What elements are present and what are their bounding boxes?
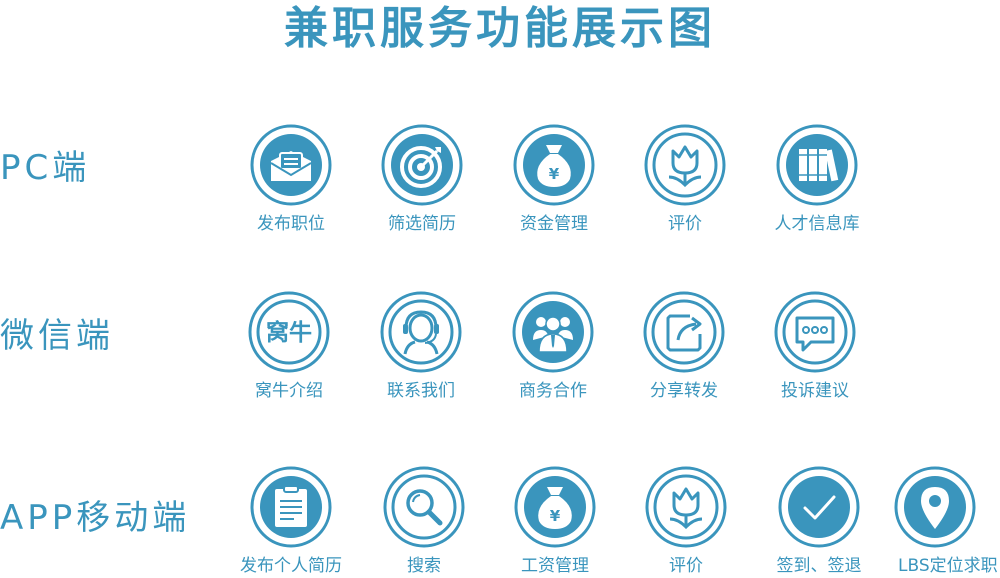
feature-review-app[interactable]: 评价 xyxy=(621,465,751,576)
chat-bubble-icon xyxy=(774,291,856,373)
share-icon xyxy=(643,291,725,373)
feature-label: 搜索 xyxy=(407,556,441,576)
feature-salary-management[interactable]: ¥ 工资管理 xyxy=(490,465,620,576)
row-label-wechat: 微信端 xyxy=(0,316,114,356)
feature-label: 发布职位 xyxy=(257,214,325,234)
feature-business-cooperation[interactable]: 商务合作 xyxy=(488,290,618,401)
location-pin-icon xyxy=(894,466,976,548)
feature-label: 人才信息库 xyxy=(774,214,860,234)
money-bag-icon: ¥ xyxy=(513,124,595,206)
feature-lbs-job-search[interactable]: LBS定位求职 xyxy=(880,465,1000,576)
tulip-icon xyxy=(645,466,727,548)
tulip-icon xyxy=(644,124,726,206)
feature-label: 工资管理 xyxy=(521,556,589,576)
business-team-icon xyxy=(512,291,594,373)
feature-label: 签到、签退 xyxy=(776,556,862,576)
brand-text-icon: 窝牛 xyxy=(248,291,330,373)
feature-label: 发布个人简历 xyxy=(240,556,342,576)
feature-talent-database[interactable]: 人才信息库 xyxy=(752,123,882,234)
feature-label: 评价 xyxy=(668,214,702,234)
feature-label: 联系我们 xyxy=(387,381,455,401)
feature-label: LBS定位求职 xyxy=(898,556,998,576)
row-label-pc: PC端 xyxy=(0,148,91,188)
page-title: 兼职服务功能展示图 xyxy=(284,3,716,54)
mail-icon xyxy=(250,124,332,206)
books-icon xyxy=(776,124,858,206)
feature-search[interactable]: 搜索 xyxy=(359,465,489,576)
row-label-app: APP移动端 xyxy=(0,498,191,538)
feature-check-in-out[interactable]: 签到、签退 xyxy=(754,465,884,576)
clipboard-icon xyxy=(250,466,332,548)
svg-text:¥: ¥ xyxy=(549,165,560,183)
brand-text: 窝牛 xyxy=(266,319,312,346)
feature-label: 商务合作 xyxy=(519,381,587,401)
feature-label: 资金管理 xyxy=(520,214,588,234)
check-icon xyxy=(778,466,860,548)
money-bag-icon: ¥ xyxy=(514,466,596,548)
magnifier-icon xyxy=(383,466,465,548)
feature-contact-us[interactable]: 联系我们 xyxy=(356,290,486,401)
feature-label: 窝牛介绍 xyxy=(255,381,323,401)
feature-label: 投诉建议 xyxy=(781,381,849,401)
feature-review[interactable]: 评价 xyxy=(620,123,750,234)
feature-label: 筛选简历 xyxy=(388,214,456,234)
feature-label: 分享转发 xyxy=(650,381,718,401)
feature-filter-resume[interactable]: 筛选简历 xyxy=(357,123,487,234)
feature-complaints-suggestions[interactable]: 投诉建议 xyxy=(750,290,880,401)
feature-publish-resume[interactable]: 发布个人简历 xyxy=(226,465,356,576)
feature-label: 评价 xyxy=(669,556,703,576)
target-icon xyxy=(381,124,463,206)
headset-icon xyxy=(380,291,462,373)
feature-company-intro[interactable]: 窝牛 窝牛介绍 xyxy=(224,290,354,401)
svg-text:¥: ¥ xyxy=(550,507,561,525)
feature-share[interactable]: 分享转发 xyxy=(619,290,749,401)
feature-fund-management[interactable]: ¥ 资金管理 xyxy=(489,123,619,234)
feature-publish-job[interactable]: 发布职位 xyxy=(226,123,356,234)
